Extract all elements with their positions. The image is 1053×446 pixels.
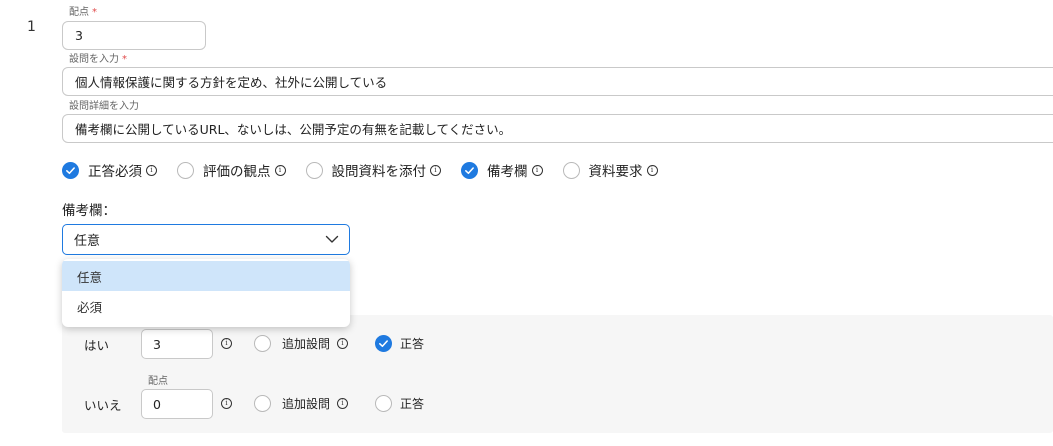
checkbox-checked-icon[interactable] [461, 161, 478, 179]
remarks-label: 備考欄： [62, 203, 116, 219]
checkbox-checked-icon[interactable] [62, 161, 79, 179]
option-label: 設問資料を添付 [331, 164, 427, 180]
answer-score-label: 配点 [148, 376, 168, 387]
question-input[interactable]: 個人情報保護に関する方針を定め、社外に公開している [62, 67, 1053, 96]
info-icon[interactable]: i [274, 164, 286, 176]
detail-label: 設問詳細を入力 [69, 101, 139, 112]
remarks-select[interactable]: 任意 [62, 224, 350, 255]
option-attach-material[interactable]: 設問資料を添付 i [305, 160, 441, 180]
option-material-request[interactable]: 資料要求 i [562, 160, 658, 180]
followup-label: 追加設問 [282, 337, 331, 351]
info-icon[interactable]: i [531, 164, 543, 176]
option-remarks[interactable]: 備考欄 i [461, 160, 543, 180]
correct-option-yes[interactable]: 正答 [375, 335, 424, 352]
option-label: 正答必須 [88, 164, 142, 180]
answer-score-input-no[interactable]: 0 [141, 389, 213, 419]
info-icon[interactable]: i [221, 398, 232, 409]
checkbox-checked-icon[interactable] [375, 335, 392, 352]
dropdown-option-required[interactable]: 必須 [62, 291, 350, 321]
info-icon[interactable]: i [337, 338, 349, 349]
chevron-down-icon [325, 235, 339, 243]
followup-label: 追加設問 [282, 397, 331, 411]
checkbox-icon[interactable] [375, 395, 392, 412]
followup-option-yes[interactable]: 追加設問 i [254, 335, 349, 352]
remarks-dropdown-menu: 任意 必須 [62, 259, 350, 327]
checkbox-icon[interactable] [254, 335, 271, 352]
info-icon[interactable]: i [221, 338, 232, 349]
option-evaluation-viewpoint[interactable]: 評価の観点 i [177, 160, 286, 180]
checkbox-icon[interactable] [562, 161, 580, 179]
info-icon[interactable]: i [646, 164, 658, 176]
required-mark: * [92, 7, 97, 18]
required-mark: * [122, 54, 127, 65]
question-options: 正答必須 i 評価の観点 i 設問資料を添付 i 備考欄 i 資料要求 i [62, 160, 678, 180]
checkbox-icon[interactable] [177, 161, 194, 179]
question-label: 設問を入力 * [69, 54, 127, 65]
answer-label-no: いいえ [84, 398, 122, 413]
score-label: 配点 * [69, 7, 97, 18]
correct-label: 正答 [400, 337, 425, 351]
question-number: 1 [27, 19, 36, 35]
correct-label: 正答 [400, 397, 425, 411]
checkbox-icon[interactable] [305, 161, 323, 179]
answer-label-yes: はい [84, 338, 110, 353]
option-required-answer[interactable]: 正答必須 i [62, 160, 157, 180]
answer-score-input-yes[interactable]: 3 [141, 329, 213, 359]
option-label: 資料要求 [588, 164, 643, 180]
detail-input[interactable]: 備考欄に公開しているURL、ないしは、公開予定の有無を記載してください。 [62, 114, 1053, 143]
dropdown-option-optional[interactable]: 任意 [62, 261, 350, 291]
score-input[interactable]: 3 [62, 21, 206, 50]
option-label: 評価の観点 [203, 164, 271, 180]
info-icon[interactable]: i [337, 398, 349, 409]
info-icon[interactable]: i [430, 164, 441, 176]
followup-option-no[interactable]: 追加設問 i [254, 395, 349, 412]
checkbox-icon[interactable] [254, 395, 271, 412]
info-icon[interactable]: i [146, 164, 157, 176]
remarks-selected-value: 任意 [74, 234, 101, 249]
option-label: 備考欄 [487, 164, 528, 180]
correct-option-no[interactable]: 正答 [375, 395, 424, 412]
